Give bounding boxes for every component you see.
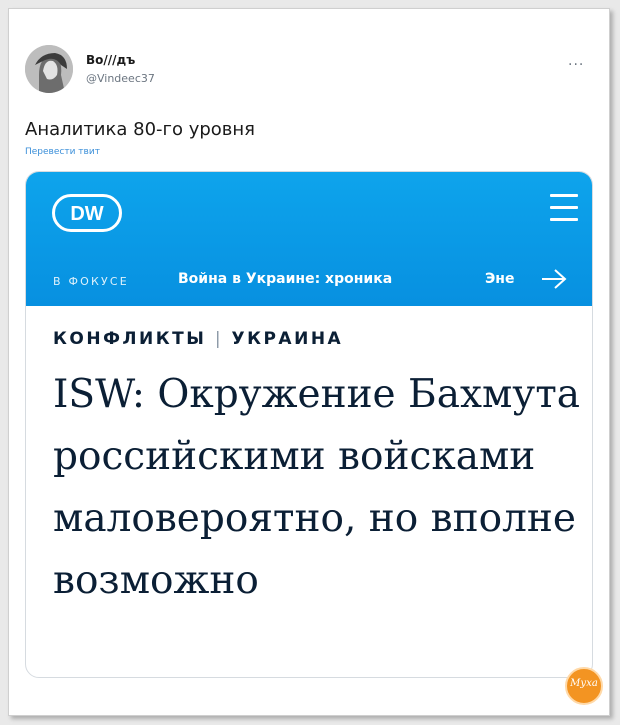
attached-image[interactable]: DW В ФОКУСЕ Война в Украине: хроника Эне…: [25, 171, 593, 678]
focus-label: В ФОКУСЕ: [53, 275, 129, 288]
category-separator: |: [214, 329, 224, 349]
focus-link-war-chronicle[interactable]: Война в Украине: хроника: [178, 271, 392, 287]
more-options-icon[interactable]: ...: [568, 53, 584, 69]
logo-text: DW: [70, 203, 103, 225]
tweet-text: Аналитика 80-го уровня: [25, 119, 256, 140]
watermark-logo: Муха: [565, 667, 603, 705]
category-ukraine[interactable]: УКРАИНА: [231, 329, 343, 349]
tweet-card: Во///дъ @Vindeec37 ... Аналитика 80-го у…: [8, 8, 610, 716]
arrow-right-icon[interactable]: [541, 268, 567, 290]
article-headline[interactable]: ISW: Окружение Бахмута российскими войск…: [53, 364, 581, 612]
menu-icon[interactable]: [550, 194, 578, 226]
dw-header: DW В ФОКУСЕ Война в Украине: хроника Эне: [26, 172, 592, 306]
category-breadcrumb: КОНФЛИКТЫ | УКРАИНА: [53, 329, 343, 349]
author-handle[interactable]: @Vindeec37: [86, 72, 155, 85]
author-name[interactable]: Во///дъ: [86, 53, 135, 67]
translate-link[interactable]: Перевести твит: [25, 147, 100, 157]
watermark-text: Муха: [570, 678, 598, 689]
avatar[interactable]: [25, 45, 73, 93]
dw-logo-icon[interactable]: DW: [52, 194, 122, 232]
category-conflicts[interactable]: КОНФЛИКТЫ: [53, 329, 206, 349]
focus-link-energy[interactable]: Эне: [485, 271, 514, 287]
avatar-image: [25, 45, 73, 93]
